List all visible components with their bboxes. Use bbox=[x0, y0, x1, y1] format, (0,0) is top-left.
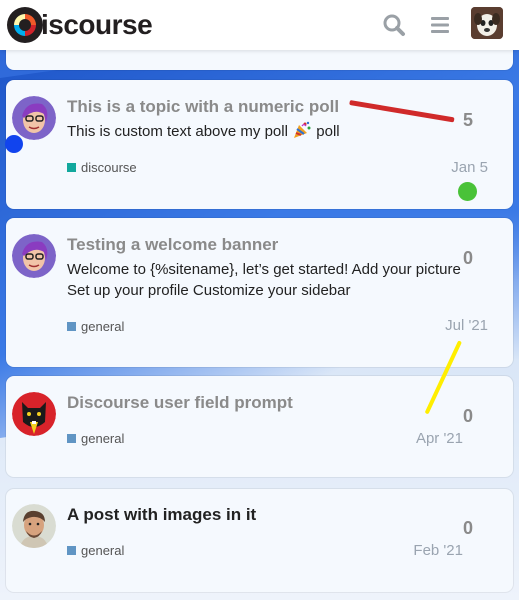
unread-indicator bbox=[458, 182, 477, 201]
topic-card[interactable]: Testing a welcome banner Welcome to {%si… bbox=[6, 218, 513, 367]
category-badge[interactable]: general bbox=[67, 431, 124, 446]
party-popper-icon bbox=[292, 121, 312, 139]
category-name: discourse bbox=[81, 160, 137, 175]
avatar[interactable] bbox=[12, 504, 56, 548]
topic-card[interactable]: This is a topic with a numeric poll This… bbox=[6, 80, 513, 209]
activity-date[interactable]: Jan 5 bbox=[451, 159, 488, 176]
search-icon[interactable] bbox=[381, 12, 407, 38]
topic-title-link[interactable]: Discourse user field prompt bbox=[67, 393, 293, 413]
avatar[interactable] bbox=[12, 234, 56, 278]
replies-count[interactable]: 0 bbox=[463, 248, 473, 269]
activity-date[interactable]: Apr '21 bbox=[416, 430, 463, 447]
category-name: general bbox=[81, 431, 125, 446]
discourse-logo-icon bbox=[7, 7, 43, 43]
logo-text: iscourse bbox=[41, 9, 153, 40]
category-name: general bbox=[81, 319, 125, 334]
hamburger-menu-icon[interactable] bbox=[428, 12, 454, 38]
site-header: iscourse bbox=[0, 0, 519, 50]
category-color-square bbox=[67, 322, 76, 331]
category-badge[interactable]: general bbox=[67, 319, 124, 334]
annotation-dot bbox=[5, 135, 23, 153]
category-badge[interactable]: general bbox=[67, 543, 124, 558]
avatar[interactable] bbox=[12, 96, 56, 140]
category-badge[interactable]: discourse bbox=[67, 160, 137, 175]
category-color-square bbox=[67, 434, 76, 443]
topic-title-link[interactable]: This is a topic with a numeric poll bbox=[67, 97, 339, 117]
excerpt-text: poll bbox=[316, 123, 340, 140]
topic-excerpt: Welcome to {%sitename}, let’s get starte… bbox=[67, 261, 461, 299]
site-logo[interactable]: iscourse bbox=[7, 5, 153, 45]
topic-title-link[interactable]: Testing a welcome banner bbox=[67, 235, 278, 255]
topic-title-link[interactable]: A post with images in it bbox=[67, 505, 256, 525]
topic-excerpt: This is custom text above my poll poll bbox=[67, 121, 340, 142]
replies-count[interactable]: 5 bbox=[463, 110, 473, 131]
activity-date[interactable]: Feb '21 bbox=[413, 542, 463, 559]
category-color-square bbox=[67, 546, 76, 555]
replies-count[interactable]: 0 bbox=[463, 406, 473, 427]
avatar[interactable] bbox=[12, 392, 56, 436]
topic-card[interactable]: A post with images in it general 0 Feb '… bbox=[6, 489, 513, 592]
excerpt-text: This is custom text above my poll bbox=[67, 123, 288, 140]
category-name: general bbox=[81, 543, 125, 558]
replies-count[interactable]: 0 bbox=[463, 518, 473, 539]
category-color-square bbox=[67, 163, 76, 172]
activity-date[interactable]: Jul '21 bbox=[445, 317, 488, 334]
user-avatar[interactable] bbox=[471, 7, 503, 39]
